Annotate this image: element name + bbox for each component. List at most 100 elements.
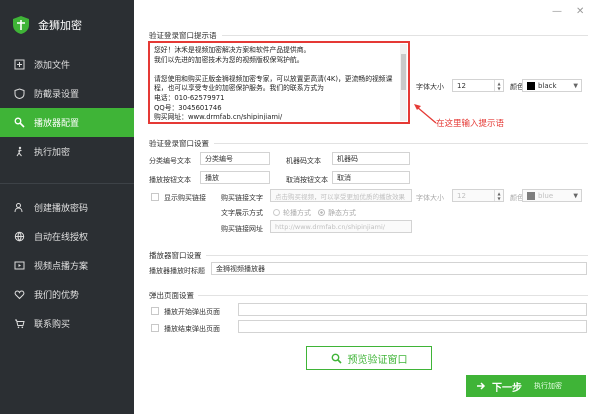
player-caption-input[interactable]: 金狮视频播放器 (211, 262, 587, 275)
show-buy-link-label: 显示购买链接 (164, 194, 206, 202)
buy-url-value: http://www.drmfab.cn/shipinjiami/ (275, 222, 385, 231)
chevron-down-icon: ▼ (573, 82, 578, 89)
popup-end-input[interactable] (238, 320, 587, 333)
font-size-label: 字体大小 (416, 83, 444, 91)
radio-static-mode[interactable] (318, 209, 325, 216)
group-label: 分类编号文本 (149, 157, 191, 165)
buy-link-text-label: 购买链接文字 (221, 194, 263, 202)
font-size-stepper[interactable]: 12 ▲ ▼ (452, 79, 504, 92)
preview-dialog-button[interactable]: 预览验证窗口 (306, 346, 432, 370)
cancel-button-input[interactable]: 取消 (332, 171, 410, 184)
radio-scroll-mode[interactable] (273, 209, 280, 216)
prompt-scrollbar[interactable] (400, 44, 407, 121)
brand: 金狮加密 (0, 0, 134, 50)
color-select[interactable]: black ▼ (522, 79, 582, 92)
popup-end-label: 播放结束弹出页面 (164, 325, 220, 333)
buy-color-value: blue (538, 191, 554, 200)
next-button-label: 下一步 (492, 382, 522, 394)
sidebar-item-label: 视频点播方案 (34, 262, 89, 272)
sidebar-item-label: 自动在线授权 (34, 233, 89, 243)
sidebar-item-label: 创建播放密码 (34, 204, 89, 214)
close-button[interactable]: ✕ (576, 6, 584, 17)
sidebar-item-run-encrypt[interactable]: 执行加密 (0, 137, 134, 166)
sidebar: 金狮加密 添加文件 防截录设置 播放器配置 执行加密 创建播放密码 自动在线授权… (0, 0, 134, 414)
buy-font-size-value: 12 (457, 191, 466, 200)
radio-scroll-label: 轮播方式 (283, 209, 311, 217)
buy-url-input[interactable]: http://www.drmfab.cn/shipinjiami/ (270, 220, 412, 233)
color-value: black (538, 81, 557, 90)
font-size-value: 12 (457, 81, 466, 90)
player-caption-value: 金狮视频播放器 (216, 264, 265, 273)
dialog-section-title: 验证登录窗口设置 (149, 139, 209, 148)
buy-font-size-stepper[interactable]: 12 ▲ ▼ (452, 189, 504, 202)
sidebar-item-label: 联系购买 (34, 320, 71, 330)
add-file-icon (14, 59, 25, 70)
group-input-value: 分类编号 (205, 154, 233, 163)
user-key-icon (14, 203, 23, 213)
prompt-textarea[interactable]: 您好！沐禾是视频加密解决方案和软件产品提供商。 我们以先进的加密技术为您的视频版… (148, 41, 410, 124)
buy-font-size-label: 字体大小 (416, 194, 444, 202)
sidebar-divider (0, 183, 134, 184)
sidebar-item-anti-record[interactable]: 防截录设置 (0, 79, 134, 108)
popup-end-checkbox[interactable] (151, 324, 159, 332)
play-button-label: 播放按钮文本 (149, 176, 191, 184)
next-step-button[interactable]: 下一步 执行加密 (466, 375, 586, 397)
minimize-button[interactable]: — (552, 6, 562, 17)
prompt-text[interactable]: 您好！沐禾是视频加密解决方案和软件产品提供商。 我们以先进的加密技术为您的视频版… (152, 45, 398, 120)
section-divider (214, 143, 588, 144)
machine-input-value: 机器码 (337, 154, 358, 163)
sidebar-item-contact-buy[interactable]: 联系购买 (0, 309, 134, 338)
group-input[interactable]: 分类编号 (200, 152, 270, 165)
heart-icon (14, 290, 25, 300)
machine-input[interactable]: 机器码 (332, 152, 410, 165)
next-button-sublabel: 执行加密 (534, 382, 562, 390)
buy-link-text-input[interactable]: 点击购买视频，可以享受更加优质的播放效果 (270, 189, 412, 202)
section-divider (222, 35, 588, 36)
display-mode-label: 文字展示方式 (221, 209, 263, 217)
preview-button-label: 预览验证窗口 (347, 354, 408, 366)
section-divider (206, 255, 588, 256)
buy-link-text-placeholder: 点击购买视频，可以享受更加优质的播放效果 (275, 192, 405, 201)
prompt-section-title: 验证登录窗口提示语 (149, 31, 217, 40)
sidebar-item-add-file[interactable]: 添加文件 (0, 50, 134, 79)
show-buy-link-checkbox[interactable] (151, 193, 159, 201)
sidebar-item-player-config[interactable]: 播放器配置 (0, 108, 134, 137)
section-divider (198, 295, 588, 296)
sidebar-item-label: 我们的优势 (34, 291, 80, 301)
popup-start-checkbox[interactable] (151, 307, 159, 315)
sidebar-item-vod-plan[interactable]: 视频点播方案 (0, 251, 134, 280)
sidebar-item-label: 防截录设置 (34, 90, 80, 100)
chevron-down-icon: ▼ (573, 192, 578, 199)
player-caption-label: 播放器播放时标题 (149, 267, 205, 275)
machine-label: 机器码文本 (286, 157, 321, 165)
play-button-input[interactable]: 播放 (200, 171, 270, 184)
color-swatch (527, 81, 535, 90)
popup-start-label: 播放开始弹出页面 (164, 308, 220, 316)
video-icon (14, 261, 25, 270)
buy-color-select[interactable]: blue ▼ (522, 189, 582, 202)
search-icon (331, 353, 342, 364)
radio-static-label: 静态方式 (328, 209, 356, 217)
play-input-value: 播放 (205, 173, 219, 182)
scroll-thumb[interactable] (401, 54, 406, 90)
sidebar-item-online-auth[interactable]: 自动在线授权 (0, 222, 134, 251)
color-swatch (527, 191, 535, 200)
cart-icon (15, 319, 25, 329)
logo-shield-icon (13, 16, 29, 34)
popup-start-input[interactable] (238, 303, 587, 316)
stepper-arrows[interactable]: ▲ ▼ (494, 190, 503, 201)
cancel-input-value: 取消 (337, 173, 351, 182)
sidebar-item-label: 添加文件 (34, 61, 71, 71)
player-section-title: 播放器窗口设置 (149, 251, 202, 260)
globe-icon (14, 231, 25, 242)
run-icon (16, 146, 22, 157)
app-title: 金狮加密 (38, 19, 82, 32)
popup-section-title: 弹出页面设置 (149, 291, 194, 300)
sidebar-item-label: 播放器配置 (34, 119, 80, 129)
buy-url-label: 购买链接网址 (221, 225, 263, 233)
sidebar-item-advantages[interactable]: 我们的优势 (0, 280, 134, 309)
shield-icon (14, 88, 25, 99)
annotation-arrow-icon (414, 104, 437, 124)
sidebar-item-create-password[interactable]: 创建播放密码 (0, 193, 134, 222)
stepper-arrows[interactable]: ▲ ▼ (494, 80, 503, 91)
